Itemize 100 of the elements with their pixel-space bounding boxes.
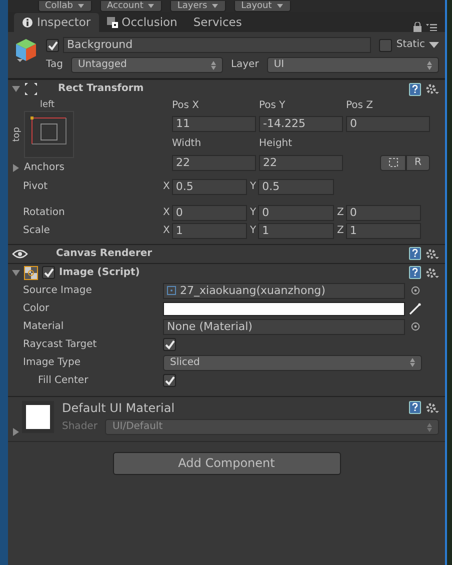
gear-icon[interactable] bbox=[425, 402, 439, 414]
field-label: Width bbox=[172, 138, 202, 152]
number-field[interactable]: 0.5 bbox=[258, 178, 334, 195]
anchors-label: Anchors bbox=[24, 162, 64, 174]
caret-icon bbox=[77, 2, 86, 10]
number-field[interactable]: 1 bbox=[172, 222, 247, 239]
component-title: Canvas Renderer bbox=[56, 248, 152, 260]
expand-arrow-icon[interactable] bbox=[12, 426, 20, 437]
spinner-icon bbox=[427, 422, 432, 432]
layer-label: Layer bbox=[230, 59, 259, 71]
object-field[interactable]: 27_xiaokuang(xuanzhong) bbox=[163, 282, 405, 299]
help-icon[interactable] bbox=[409, 401, 421, 414]
caret-icon bbox=[211, 2, 220, 10]
axis-label: Z bbox=[337, 224, 344, 237]
toolbar-button[interactable]: Layout bbox=[234, 1, 291, 12]
object-picker-icon[interactable] bbox=[411, 322, 420, 332]
tab[interactable]: Inspector bbox=[14, 13, 99, 32]
property-label: Material bbox=[22, 320, 65, 333]
property-label: Color bbox=[22, 302, 50, 315]
spinner-icon bbox=[427, 60, 432, 70]
component-title: Rect Transform bbox=[58, 83, 144, 95]
field-label: Pos Y bbox=[259, 100, 286, 113]
expand-arrow-icon[interactable] bbox=[12, 162, 20, 173]
property-label: Fill Center bbox=[37, 374, 90, 387]
caret-icon bbox=[276, 2, 284, 10]
tag-label: Tag bbox=[46, 59, 63, 71]
component-title: Default UI Material bbox=[62, 400, 175, 416]
object-picker-icon[interactable] bbox=[411, 286, 420, 296]
caret-icon[interactable] bbox=[429, 41, 439, 49]
layer-dropdown[interactable]: UI bbox=[266, 57, 439, 73]
number-field[interactable]: 0 bbox=[346, 204, 421, 221]
cube-icon bbox=[14, 37, 38, 65]
name-field[interactable]: Background bbox=[63, 37, 372, 53]
gear-icon[interactable] bbox=[425, 266, 439, 279]
toolbar-button[interactable]: Layers bbox=[170, 1, 226, 12]
number-field[interactable]: 1 bbox=[346, 222, 421, 239]
number-field[interactable]: 1 bbox=[258, 222, 334, 239]
menu-icon[interactable] bbox=[426, 23, 437, 31]
axis-label: X bbox=[163, 224, 170, 237]
property-label: Image Type bbox=[22, 356, 82, 369]
lock-icon[interactable] bbox=[413, 22, 422, 32]
object-field[interactable]: None (Material) bbox=[163, 318, 405, 335]
static-label: Static bbox=[396, 39, 425, 51]
anchor-label: left bbox=[40, 100, 56, 111]
field-label: Height bbox=[259, 138, 294, 152]
toolbar-button[interactable]: Collab bbox=[38, 1, 92, 12]
dropdown[interactable]: Sliced bbox=[163, 354, 422, 371]
checkbox[interactable] bbox=[163, 374, 176, 388]
number-field[interactable]: -14.225 bbox=[259, 116, 343, 132]
number-field[interactable]: 11 bbox=[172, 116, 256, 132]
property-label: Source Image bbox=[22, 284, 93, 297]
help-icon[interactable] bbox=[409, 266, 421, 280]
help-icon[interactable] bbox=[409, 247, 421, 260]
axis-label: Y bbox=[250, 180, 256, 193]
property-label: Raycast Target bbox=[22, 338, 98, 351]
shader-label: Shader bbox=[62, 421, 98, 434]
tag-dropdown[interactable]: Untagged bbox=[70, 57, 223, 73]
tab[interactable]: Occlusion bbox=[98, 13, 186, 32]
field-label: Pos X bbox=[172, 100, 200, 113]
caret-icon bbox=[147, 2, 156, 10]
number-field[interactable]: 0 bbox=[172, 204, 247, 221]
gear-icon[interactable] bbox=[425, 248, 439, 260]
collapse-arrow-icon[interactable] bbox=[12, 84, 20, 94]
checkbox[interactable] bbox=[379, 38, 392, 52]
anchor-preset-icon[interactable] bbox=[24, 110, 74, 158]
eye-icon bbox=[12, 248, 28, 259]
collapse-arrow-icon[interactable] bbox=[12, 268, 20, 278]
checkbox[interactable] bbox=[42, 266, 55, 280]
component-title: Image (Script) bbox=[59, 266, 140, 279]
number-field[interactable]: 0 bbox=[258, 204, 334, 221]
raw-edit-button[interactable]: R bbox=[406, 154, 430, 171]
field-label: Pos Z bbox=[346, 100, 374, 113]
check-icon bbox=[164, 339, 175, 350]
rect-transform-icon bbox=[24, 82, 38, 96]
number-field[interactable]: 0 bbox=[346, 116, 430, 132]
number-field[interactable]: 22 bbox=[259, 154, 343, 171]
property-label: Scale bbox=[22, 224, 51, 237]
axis-label: X bbox=[163, 180, 170, 193]
spinner-icon bbox=[410, 358, 415, 368]
number-field[interactable]: 0.5 bbox=[172, 178, 247, 195]
help-icon[interactable] bbox=[409, 82, 421, 96]
property-label: Rotation bbox=[22, 206, 66, 219]
checkbox[interactable] bbox=[163, 338, 176, 352]
blueprint-mode-button[interactable] bbox=[380, 154, 406, 171]
tab[interactable]: Services bbox=[185, 13, 250, 32]
gear-icon[interactable] bbox=[425, 83, 439, 95]
axis-label: Y bbox=[250, 224, 256, 237]
axis-label: Y bbox=[250, 206, 256, 219]
toolbar-button[interactable]: Account bbox=[100, 1, 162, 12]
check-icon bbox=[164, 375, 175, 386]
add-component-button[interactable]: Add Component bbox=[112, 452, 340, 475]
color-swatch[interactable] bbox=[163, 302, 405, 316]
eyedropper-icon[interactable] bbox=[409, 302, 421, 315]
spinner-icon bbox=[210, 60, 216, 70]
axis-label: Z bbox=[337, 206, 344, 219]
number-field[interactable]: 22 bbox=[172, 154, 256, 171]
checkbox[interactable] bbox=[46, 38, 59, 52]
property-label: Pivot bbox=[22, 180, 49, 193]
image-component-icon bbox=[24, 266, 38, 280]
anchor-label: top bbox=[12, 126, 23, 142]
